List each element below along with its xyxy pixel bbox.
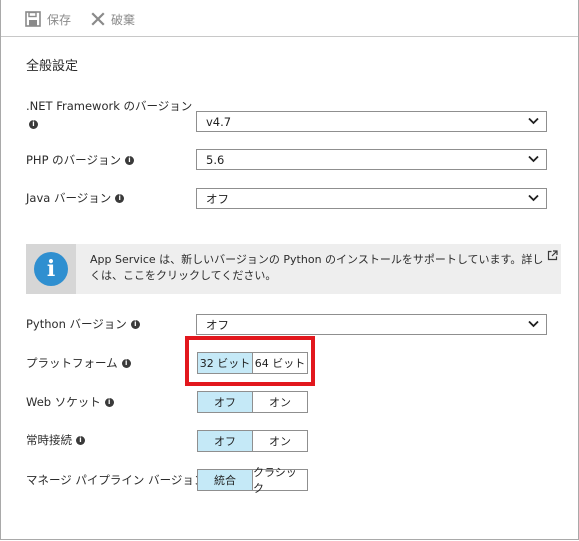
python-label: Python バージョン i bbox=[26, 316, 140, 332]
always-on-option-on[interactable]: オン bbox=[253, 430, 308, 452]
php-label-text: PHP のバージョン bbox=[26, 153, 121, 167]
java-value: オフ bbox=[206, 191, 229, 206]
chevron-down-icon bbox=[528, 155, 539, 163]
platform-label: プラットフォーム i bbox=[26, 355, 131, 371]
notice-text[interactable]: App Service は、新しいバージョンの Python のインストールをサ… bbox=[90, 252, 545, 284]
discard-button[interactable]: 破棄 bbox=[91, 9, 135, 29]
java-select[interactable]: オフ bbox=[196, 188, 547, 209]
pipeline-option-integrated[interactable]: 統合 bbox=[197, 469, 253, 491]
chevron-down-icon bbox=[528, 320, 539, 328]
save-button[interactable]: 保存 bbox=[25, 9, 71, 29]
chevron-down-icon bbox=[528, 117, 539, 125]
net-framework-value: v4.7 bbox=[206, 114, 232, 129]
python-notice-banner: i App Service は、新しいバージョンの Python のインストール… bbox=[26, 244, 561, 294]
websocket-option-off[interactable]: オフ bbox=[197, 391, 253, 413]
net-framework-label: .NET Framework のバージョン i bbox=[26, 98, 196, 130]
info-icon[interactable]: i bbox=[104, 397, 114, 407]
always-on-label: 常時接続 i bbox=[26, 432, 85, 448]
php-label: PHP のバージョン i bbox=[26, 152, 134, 168]
java-label: Java バージョン i bbox=[26, 190, 125, 206]
notice-icon-box: i bbox=[26, 244, 76, 294]
chevron-down-icon bbox=[528, 194, 539, 202]
websocket-option-on[interactable]: オン bbox=[253, 391, 308, 413]
info-icon[interactable]: i bbox=[130, 319, 140, 329]
net-framework-select[interactable]: v4.7 bbox=[196, 111, 547, 132]
platform-label-text: プラットフォーム bbox=[26, 356, 118, 370]
python-label-text: Python バージョン bbox=[26, 317, 127, 331]
save-icon bbox=[25, 11, 41, 27]
info-icon[interactable]: i bbox=[121, 358, 131, 368]
always-on-toggle: オフ オン bbox=[197, 430, 308, 452]
save-label: 保存 bbox=[47, 12, 72, 27]
info-icon[interactable]: i bbox=[76, 435, 85, 445]
java-label-text: Java バージョン bbox=[26, 191, 112, 205]
pipeline-label-text: マネージ パイプライン バージョン bbox=[26, 473, 206, 487]
net-framework-label-text: .NET Framework のバージョン bbox=[26, 99, 193, 113]
discard-label: 破棄 bbox=[111, 12, 136, 27]
always-on-option-off[interactable]: オフ bbox=[197, 430, 253, 452]
pipeline-option-classic[interactable]: クラシック bbox=[253, 466, 308, 495]
websocket-toggle: オフ オン bbox=[197, 391, 308, 413]
close-icon bbox=[91, 12, 105, 26]
pipeline-toggle: 統合 クラシック bbox=[197, 466, 308, 495]
always-on-label-text: 常時接続 bbox=[26, 433, 72, 447]
external-link-icon[interactable] bbox=[547, 250, 558, 261]
info-icon[interactable]: i bbox=[29, 120, 38, 129]
websocket-label: Web ソケット i bbox=[26, 394, 114, 410]
python-value: オフ bbox=[206, 317, 229, 332]
command-bar: 保存 破棄 bbox=[1, 0, 578, 37]
highlight-box bbox=[185, 336, 315, 386]
section-title: 全般設定 bbox=[26, 59, 79, 74]
php-select[interactable]: 5.6 bbox=[196, 149, 547, 170]
info-icon[interactable]: i bbox=[124, 155, 134, 165]
php-value: 5.6 bbox=[206, 152, 225, 167]
info-circle-icon: i bbox=[34, 252, 68, 286]
websocket-label-text: Web ソケット bbox=[26, 395, 101, 409]
pipeline-label: マネージ パイプライン バージョン bbox=[26, 472, 205, 488]
info-icon[interactable]: i bbox=[115, 193, 125, 203]
python-select[interactable]: オフ bbox=[196, 314, 547, 335]
